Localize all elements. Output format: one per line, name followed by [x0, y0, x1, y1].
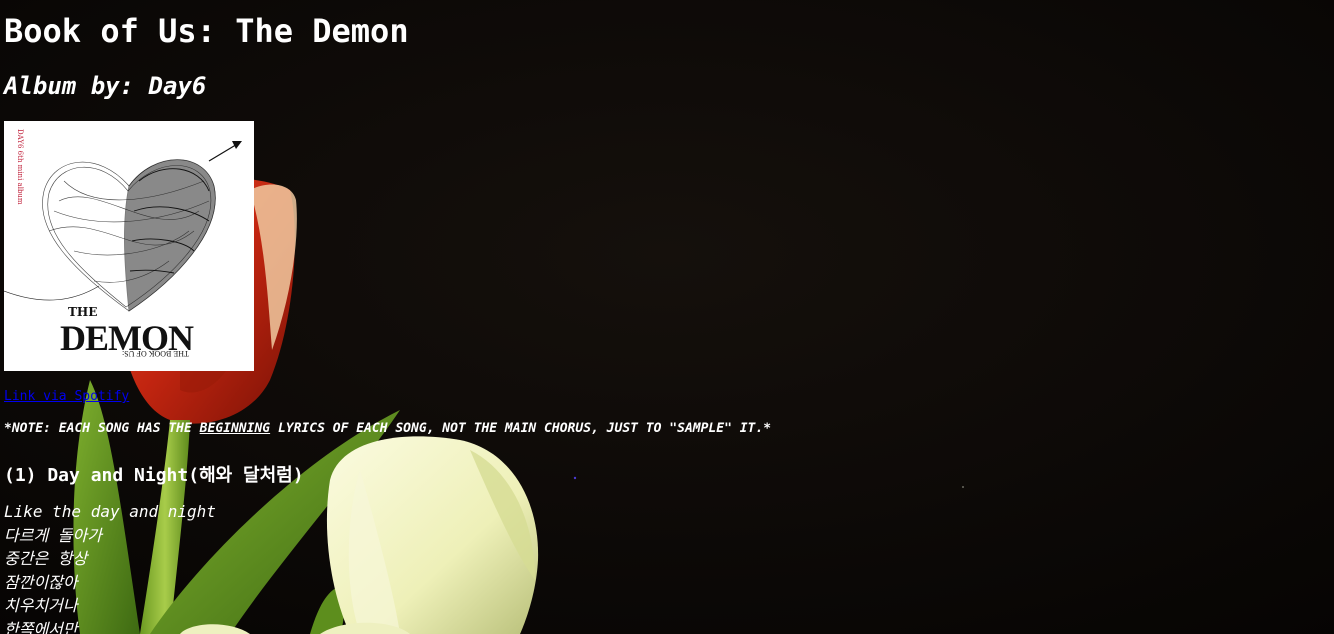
spotify-link[interactable]: Link via Spotify [4, 389, 129, 404]
note-emphasis: BEGINNING [199, 421, 271, 436]
album-artist-subtitle: Album by: Day6 [4, 72, 207, 100]
album-cover-image: DAY6 6th mini album THE DEMON THE BOOK O… [4, 121, 254, 371]
lyric-line: 다르게 돌아가 [4, 525, 102, 545]
song-heading: (1) Day and Night(해와 달처럼) [4, 465, 304, 486]
cover-side-text: DAY6 6th mini album [16, 129, 24, 205]
lyric-line: Like the day and night [4, 502, 216, 521]
page-title: Book of Us: The Demon [4, 12, 409, 50]
note-prefix: *NOTE: EACH SONG HAS THE [4, 421, 200, 436]
lyric-line: 한쪽에서만 [4, 619, 78, 634]
cover-book-text: THE BOOK OF US: [122, 349, 189, 358]
note-suffix: LYRICS OF EACH SONG, NOT THE MAIN CHORUS… [270, 421, 772, 436]
song-lyrics: Like the day and night 다르게 돌아가 중간은 항상 잠깐… [4, 500, 216, 634]
lyric-line: 치우치거나 [4, 596, 78, 616]
lyric-line: 중간은 항상 [4, 549, 88, 569]
lyric-line: 잠깐이잖아 [4, 572, 78, 592]
lyrics-note: *NOTE: EACH SONG HAS THE BEGINNING LYRIC… [4, 421, 771, 436]
